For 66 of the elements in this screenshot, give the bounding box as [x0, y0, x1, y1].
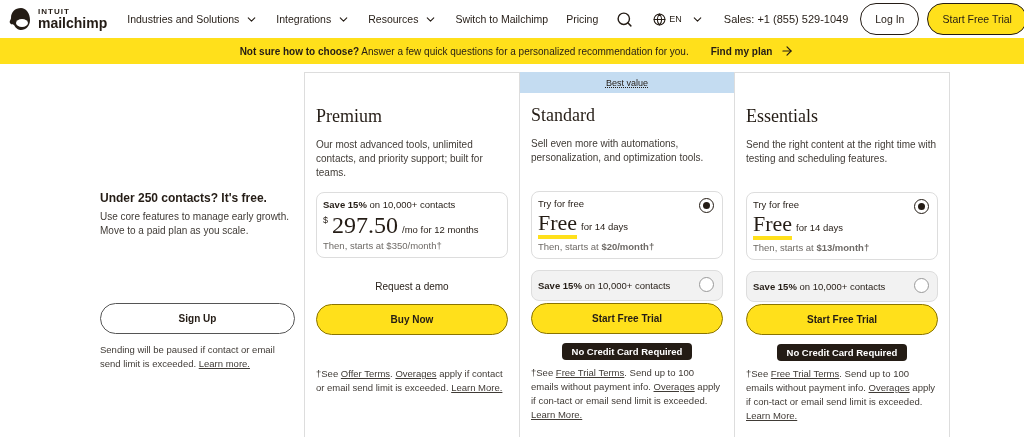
radio-button[interactable]	[699, 198, 714, 213]
plan-name: Essentials	[746, 106, 819, 127]
nav-link[interactable]: Switch to Mailchimp	[455, 13, 549, 25]
price-amount: Free	[538, 211, 578, 239]
price-note: Then, starts at $350/month†	[323, 240, 443, 251]
text-link[interactable]: Learn More.	[451, 382, 503, 393]
offer-label: Save 15% on 10,000+ contacts	[753, 280, 887, 294]
language-selector[interactable]: EN	[653, 12, 704, 26]
plan-name: Premium	[316, 106, 383, 127]
sales-phone: Sales: +1 (855) 529-1049	[723, 13, 849, 25]
text-link[interactable]: Overages	[653, 381, 695, 392]
trial-option[interactable]: Try for free Free for 14 days Then, starts at $20/month†	[531, 191, 723, 259]
brand-name: mailchimp	[38, 16, 108, 30]
plan-name: Standard	[531, 105, 596, 126]
plan-footnote: †See Free Trial Terms. Send up to 100 emails without payment info. Overages apply if con-tact or email send limit is exceeded. Learn More.	[746, 367, 937, 423]
nav-link[interactable]: Pricing	[566, 13, 599, 25]
globe-icon	[653, 12, 667, 26]
plan-footnote: †See Offer Terms. Overages apply if contact or email send limit is exceeded. Learn More.	[316, 367, 504, 395]
text-link[interactable]: Overages	[868, 382, 910, 393]
start-trial-button[interactable]: Start Free Trial	[927, 3, 1024, 35]
nav-link[interactable]: Integrations	[276, 12, 351, 26]
free-plan-note: Sending will be paused if contact or email send limit is exceeded. Learn more.	[100, 343, 276, 371]
offer-label: Save 15% on 10,000+ contacts	[538, 279, 672, 293]
radio-button[interactable]	[699, 277, 714, 292]
price-period: for 14 days	[796, 222, 844, 233]
offer-label: Save 15% on 10,000+ contacts	[323, 199, 457, 210]
no-card-badge: No Credit Card Required	[776, 344, 908, 361]
offer-label: Try for free	[753, 199, 801, 210]
find-plan-link[interactable]: Find my plan	[710, 44, 795, 58]
plan-cta-button[interactable]: Buy Now	[316, 304, 508, 335]
radio-button[interactable]	[914, 278, 929, 293]
brand-text: INTUIT	[38, 8, 71, 16]
discount-option[interactable]: Save 15% on 10,000+ contacts	[746, 271, 938, 302]
plan-description: Send the right content at the right time with testing and scheduling features.	[746, 138, 938, 166]
text-link[interactable]: Learn more.	[198, 358, 250, 369]
text-link[interactable]: Learn More.	[746, 410, 798, 421]
plan-footnote: †See Free Trial Terms. Send up to 100 emails without payment info. Overages apply if con-tact or email send limit is exceeded. Learn More.	[531, 366, 722, 422]
price-period: /mo for 12 months	[402, 224, 479, 235]
plan-description: Our most advanced tools, unlimited contacts, and priority support; built for teams.	[316, 138, 484, 180]
login-button[interactable]: Log In	[860, 3, 920, 35]
radio-button[interactable]	[914, 199, 929, 214]
price-amount: Free	[753, 212, 793, 240]
ribbon-text: Best value	[606, 77, 648, 88]
currency-sign: $	[323, 215, 328, 225]
price-note: Then, starts at $20/month†	[538, 241, 656, 252]
nav-link[interactable]: Industries and Solutions	[127, 12, 259, 26]
price-amount: 297.50	[332, 212, 398, 238]
search-icon[interactable]	[616, 10, 634, 28]
no-card-badge: No Credit Card Required	[561, 343, 693, 360]
banner-text: Not sure how to choose? Answer a few quick questions for a personalized recommendation for you.	[239, 45, 689, 57]
sign-up-button[interactable]: Sign Up	[100, 303, 295, 334]
price-note: Then, starts at $13/month†	[753, 242, 871, 253]
free-plan-description: Use core features to manage early growth. Move to a paid plan as you scale.	[100, 210, 290, 238]
plan-cta-button[interactable]: Start Free Trial	[531, 303, 723, 334]
text-link[interactable]: Overages	[395, 368, 437, 379]
discount-option[interactable]: Save 15% on 10,000+ contacts	[531, 270, 723, 301]
text-link[interactable]: Learn More.	[531, 409, 583, 420]
offer-label: Try for free	[538, 198, 586, 209]
trial-option[interactable]: Try for free Free for 14 days Then, starts at $13/month†	[746, 192, 938, 260]
plan-cta-button[interactable]: Start Free Trial	[746, 304, 938, 335]
request-demo-link[interactable]: Request a demo	[316, 281, 508, 292]
free-plan-title: Under 250 contacts? It's free.	[100, 191, 268, 206]
price-period: for 14 days	[581, 221, 629, 232]
plan-description: Sell even more with automations, personalization, and optimization tools.	[531, 137, 705, 165]
nav-link[interactable]: Resources	[368, 12, 438, 26]
arrow-right-icon	[780, 44, 795, 58]
